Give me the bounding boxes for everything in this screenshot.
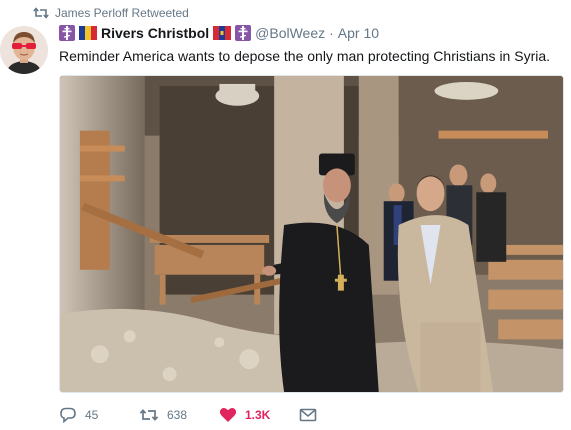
retweet-icon xyxy=(139,409,159,421)
retweet-button[interactable]: 638 xyxy=(139,407,219,423)
user-handle[interactable]: @BolWeez xyxy=(255,25,325,41)
tweet-header: Rivers Christbol @BolWeez · Apr 10 xyxy=(59,25,379,41)
separator-dot: · xyxy=(329,25,334,41)
reply-icon xyxy=(60,407,76,423)
like-count: 1.3K xyxy=(245,408,271,422)
retweeter-link[interactable]: James Perloff Retweeted xyxy=(55,6,189,20)
avatar[interactable] xyxy=(0,26,48,74)
direct-message-icon xyxy=(299,408,317,422)
display-name[interactable]: Rivers Christbol xyxy=(101,25,209,41)
orthodox-cross-icon xyxy=(235,25,252,41)
reply-count: 45 xyxy=(85,408,99,422)
tweet-photo[interactable] xyxy=(59,75,564,393)
retweet-context: James Perloff Retweeted xyxy=(33,4,189,22)
retweet-count: 638 xyxy=(167,408,188,422)
orthodox-cross-icon xyxy=(59,25,75,41)
retweet-context-icon xyxy=(33,6,49,20)
flag-icon xyxy=(213,26,232,40)
flag-icon xyxy=(79,26,97,40)
tweet-actions: 45 638 1.3K xyxy=(59,405,339,425)
like-button[interactable]: 1.3K xyxy=(219,407,299,423)
reply-button[interactable]: 45 xyxy=(59,407,139,423)
heart-icon xyxy=(219,407,237,422)
tweet-timestamp[interactable]: Apr 10 xyxy=(338,25,379,41)
tweet-text: Reminder America wants to depose the onl… xyxy=(59,48,551,64)
direct-message-button[interactable] xyxy=(299,407,339,423)
